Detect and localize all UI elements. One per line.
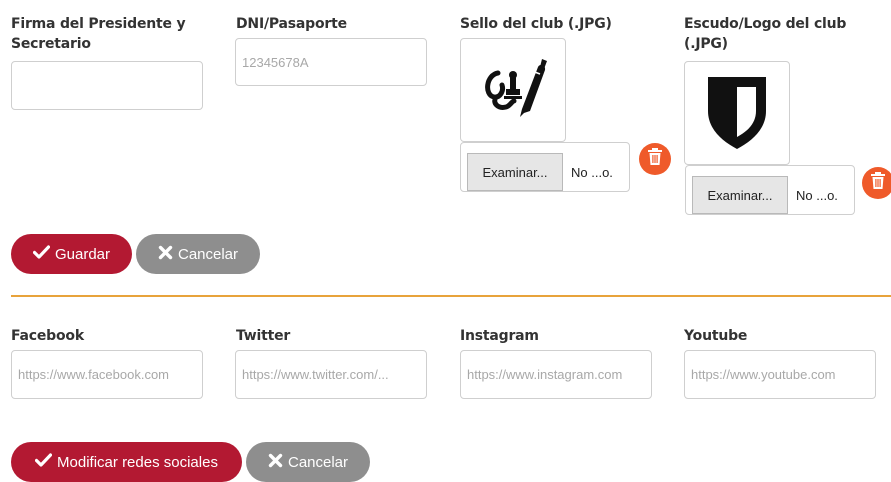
instagram-field[interactable]	[460, 350, 652, 399]
social-cancel-button-label: Cancelar	[287, 453, 349, 471]
save-button[interactable]: Guardar	[11, 234, 132, 274]
signature-label: Firma del Presidente y Secretario	[11, 16, 186, 52]
checkmark-icon	[34, 453, 53, 471]
seal-browse-button[interactable]: Examinar...	[467, 153, 563, 191]
logo-file-input[interactable]: Examinar... No ...o.	[685, 165, 855, 215]
logo-label: Escudo/Logo del club (.JPG)	[684, 16, 847, 52]
logo-preview	[684, 61, 790, 165]
logo-browse-button[interactable]: Examinar...	[692, 176, 788, 214]
seal-label: Sello del club (.JPG)	[460, 16, 612, 32]
logo-filename: No ...o.	[796, 187, 838, 203]
signature-field[interactable]	[11, 61, 203, 110]
seal-file-input[interactable]: Examinar... No ...o.	[460, 142, 630, 192]
facebook-label: Facebook	[11, 328, 84, 344]
save-button-label: Guardar	[54, 245, 111, 263]
shield-icon	[702, 71, 772, 156]
facebook-field[interactable]	[11, 350, 203, 399]
seal-delete-button[interactable]	[639, 143, 671, 175]
section-divider	[11, 295, 891, 297]
seal-preview	[460, 38, 566, 142]
social-cancel-button[interactable]: Cancelar	[246, 442, 370, 482]
seal-filename: No ...o.	[571, 164, 613, 180]
modify-social-button-label: Modificar redes sociales	[57, 453, 218, 471]
cancel-button-label: Cancelar	[177, 245, 239, 263]
modify-social-button[interactable]: Modificar redes sociales	[11, 442, 242, 482]
checkmark-icon	[32, 245, 51, 263]
twitter-label: Twitter	[236, 328, 291, 344]
trash-icon	[647, 147, 663, 171]
dni-field[interactable]	[235, 38, 427, 86]
cancel-button[interactable]: Cancelar	[136, 234, 260, 274]
youtube-field[interactable]	[684, 350, 876, 399]
logo-delete-button[interactable]	[862, 167, 891, 199]
instagram-label: Instagram	[460, 328, 539, 344]
close-icon	[268, 453, 283, 472]
twitter-field[interactable]	[235, 350, 427, 399]
trash-icon	[870, 171, 886, 195]
dni-label: DNI/Pasaporte	[236, 16, 347, 32]
close-icon	[158, 245, 173, 264]
signature-stamp-icon	[476, 51, 550, 130]
youtube-label: Youtube	[684, 328, 748, 344]
